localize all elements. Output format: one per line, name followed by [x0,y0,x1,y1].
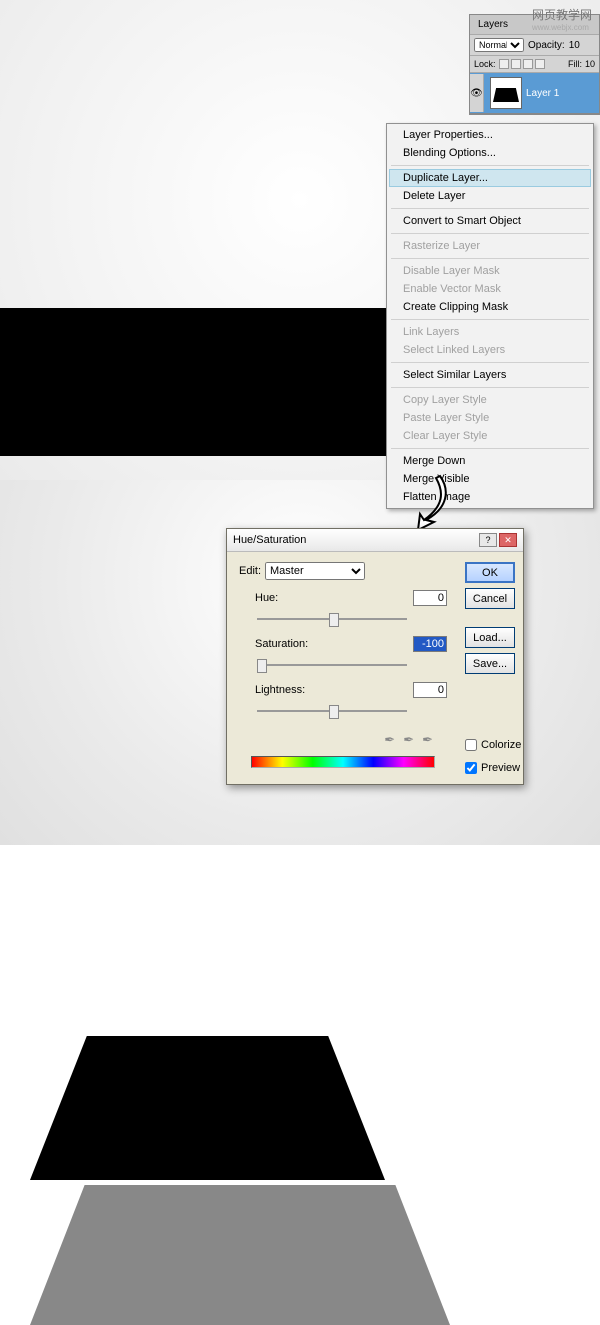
layers-lock-row: Lock: Fill: 10 [470,56,599,73]
opacity-value[interactable]: 10 [569,40,580,51]
colorize-checkbox[interactable] [465,739,477,751]
menu-paste-layer-style: Paste Layer Style [389,409,591,427]
opacity-label: Opacity: [528,40,565,51]
menu-separator [391,448,589,449]
shape-black-bottom [30,1036,385,1180]
preview-label: Preview [481,762,520,774]
menu-merge-down[interactable]: Merge Down [389,452,591,470]
menu-convert-smart-object[interactable]: Convert to Smart Object [389,212,591,230]
menu-separator [391,165,589,166]
watermark: 网页教学网 www.webjx.com [532,6,592,32]
ok-button[interactable]: OK [465,562,515,583]
menu-clear-layer-style: Clear Layer Style [389,427,591,445]
saturation-input[interactable] [413,636,447,652]
eyedropper-subtract-icon[interactable]: ✒ [422,732,433,748]
hue-label: Hue: [239,592,299,604]
hue-slider[interactable] [257,610,407,630]
save-button[interactable]: Save... [465,653,515,674]
help-button[interactable]: ? [479,533,497,547]
eyedropper-add-icon[interactable]: ✒ [403,732,414,748]
colorize-label: Colorize [481,739,521,751]
shape-gray-shadow [30,1185,450,1325]
hue-input[interactable] [413,590,447,606]
visibility-eye-icon[interactable]: 👁 [470,74,484,112]
lock-label: Lock: [474,59,496,69]
lock-all-icon[interactable] [535,59,545,69]
menu-separator [391,258,589,259]
lock-position-icon[interactable] [523,59,533,69]
menu-separator [391,319,589,320]
menu-copy-layer-style: Copy Layer Style [389,391,591,409]
layer-thumbnail[interactable] [490,77,522,109]
hue-spectrum [251,756,435,768]
layer-name[interactable]: Layer 1 [526,88,559,99]
lock-pixels-icon[interactable] [511,59,521,69]
menu-select-linked-layers: Select Linked Layers [389,341,591,359]
dialog-titlebar[interactable]: Hue/Saturation ? ✕ [227,529,523,552]
fill-label: Fill: [568,59,582,69]
fill-value[interactable]: 10 [585,59,595,69]
watermark-title: 网页教学网 [532,8,592,22]
load-button[interactable]: Load... [465,627,515,648]
lightness-label: Lightness: [239,684,299,696]
shape-black-top [0,308,418,456]
menu-separator [391,233,589,234]
edit-select[interactable]: Master [265,562,365,580]
colorize-checkbox-row[interactable]: Colorize [465,739,515,751]
menu-rasterize-layer: Rasterize Layer [389,237,591,255]
layers-tab[interactable]: Layers [474,17,512,32]
lock-transparent-icon[interactable] [499,59,509,69]
layer-row[interactable]: 👁 Layer 1 [470,73,599,114]
menu-blending-options[interactable]: Blending Options... [389,144,591,162]
menu-create-clipping-mask[interactable]: Create Clipping Mask [389,298,591,316]
lightness-slider[interactable] [257,702,407,722]
menu-disable-layer-mask: Disable Layer Mask [389,262,591,280]
saturation-slider[interactable] [257,656,407,676]
menu-duplicate-layer[interactable]: Duplicate Layer... [389,169,591,187]
close-button[interactable]: ✕ [499,533,517,547]
menu-select-similar-layers[interactable]: Select Similar Layers [389,366,591,384]
lightness-input[interactable] [413,682,447,698]
saturation-label: Saturation: [239,638,299,650]
dialog-title: Hue/Saturation [233,534,306,546]
eyedropper-icon[interactable]: ✒ [384,732,395,748]
layers-blend-row: Normal Opacity: 10 [470,35,599,56]
preview-checkbox-row[interactable]: Preview [465,762,515,774]
menu-delete-layer[interactable]: Delete Layer [389,187,591,205]
cancel-button[interactable]: Cancel [465,588,515,609]
hue-saturation-dialog: Hue/Saturation ? ✕ Edit: Master Hue: Sat… [226,528,524,785]
menu-separator [391,208,589,209]
preview-checkbox[interactable] [465,762,477,774]
menu-enable-vector-mask: Enable Vector Mask [389,280,591,298]
watermark-url: www.webjx.com [532,23,592,32]
blend-mode-select[interactable]: Normal [474,38,524,52]
menu-layer-properties[interactable]: Layer Properties... [389,126,591,144]
edit-label: Edit: [239,565,261,577]
menu-separator [391,362,589,363]
menu-link-layers: Link Layers [389,323,591,341]
layer-context-menu: Layer Properties... Blending Options... … [386,123,594,509]
menu-separator [391,387,589,388]
lock-icons[interactable] [499,59,545,69]
